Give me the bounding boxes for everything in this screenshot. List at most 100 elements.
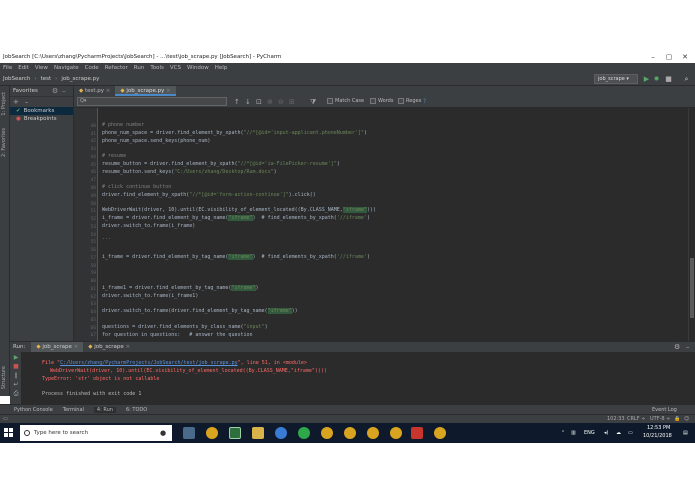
match-case-checkbox[interactable]: Match Case xyxy=(327,98,364,104)
regex-checkbox[interactable]: Regex xyxy=(398,98,421,104)
close-tab-icon[interactable]: × xyxy=(74,344,79,350)
lock-icon[interactable]: 🔒 xyxy=(674,416,680,422)
chrome-icon-3[interactable] xyxy=(344,427,356,439)
remove-selection-icon[interactable]: ⊖ xyxy=(278,97,284,107)
run-icon[interactable]: ▶ xyxy=(642,74,651,84)
help-icon[interactable]: ? xyxy=(423,97,426,107)
breadcrumb-folder[interactable]: test xyxy=(41,76,52,82)
chrome-icon-5[interactable] xyxy=(390,427,402,439)
file-encoding[interactable]: UTF-8 ÷ xyxy=(650,416,670,422)
stop-icon[interactable]: ■ xyxy=(12,363,20,370)
find-input[interactable]: Q▾ xyxy=(77,97,227,106)
maximize-button[interactable]: ▢ xyxy=(661,51,677,63)
settings-icon[interactable]: ⚙ xyxy=(674,343,680,351)
layout-icon[interactable]: ▭ xyxy=(3,416,8,422)
settings-icon[interactable]: ⚙ xyxy=(52,87,58,95)
code-line: driver.find_element_by_xpath("//*[@id='f… xyxy=(102,192,316,198)
notifications-icon[interactable]: ▤ xyxy=(683,430,688,436)
pause-icon[interactable]: ∥ xyxy=(12,372,20,379)
run-tab-job-scrape-2[interactable]: ◆ job_scrape × xyxy=(83,342,135,353)
run-tab[interactable]: 4: Run xyxy=(93,406,116,413)
todo-tab[interactable]: 6: TODO xyxy=(126,407,147,413)
menu-window[interactable]: Window xyxy=(187,65,209,71)
menu-help[interactable]: Help xyxy=(215,65,228,71)
menu-refactor[interactable]: Refactor xyxy=(105,65,128,71)
input-language[interactable]: ENG xyxy=(584,430,595,436)
editor-scrollbar[interactable] xyxy=(688,108,695,341)
scrollbar-thumb[interactable] xyxy=(690,258,694,318)
volume-icon[interactable]: ◂) xyxy=(604,430,608,436)
menu-navigate[interactable]: Navigate xyxy=(54,65,79,71)
code-editor[interactable]: 40 41 42 43 44 45 46 47 48 49 50 51 52 5… xyxy=(74,108,688,341)
tab-job-scrape-py[interactable]: ◆ job_scrape.py × xyxy=(115,86,176,96)
hide-panel-icon[interactable]: – xyxy=(62,87,66,95)
line-separator[interactable]: CRLF ÷ xyxy=(627,416,645,422)
onedrive-icon[interactable]: ☁ xyxy=(616,430,621,436)
run-console[interactable]: File "C:/Users/zhang/PycharmProjects/Job… xyxy=(22,352,695,404)
traceback-file-link[interactable]: C:/Users/zhang/PycharmProjects/JobSearch… xyxy=(60,360,238,366)
favorites-tool-button[interactable]: 2: Favorites xyxy=(1,128,7,157)
stop-icon[interactable]: ■ xyxy=(664,74,673,84)
words-checkbox[interactable]: Words xyxy=(370,98,393,104)
select-all-icon[interactable]: ⊞ xyxy=(289,97,295,107)
menu-edit[interactable]: Edit xyxy=(18,65,29,71)
project-tool-button[interactable]: 1: Project xyxy=(1,92,7,116)
soft-wrap-icon[interactable]: ↵ xyxy=(12,381,20,388)
acrobat-icon[interactable] xyxy=(411,427,423,439)
chrome-icon-2[interactable] xyxy=(321,427,333,439)
clock-date[interactable]: 10/21/2018 xyxy=(643,433,672,439)
print-icon[interactable]: ⎙ xyxy=(12,390,20,397)
filter-icon[interactable]: ⧩ xyxy=(310,97,316,107)
battery-icon[interactable]: ▭ xyxy=(628,430,633,436)
find-all-icon[interactable]: ⊡ xyxy=(256,97,262,107)
app-icon[interactable] xyxy=(275,427,287,439)
clock-time[interactable]: 12:53 PM xyxy=(647,425,670,431)
tab-test-py[interactable]: ◆ test.py × xyxy=(74,86,115,96)
debug-icon[interactable]: ✹ xyxy=(652,74,661,84)
add-selection-icon[interactable]: ⊕ xyxy=(267,97,273,107)
minimize-button[interactable]: – xyxy=(645,51,661,63)
task-view-icon[interactable] xyxy=(183,427,195,439)
event-log-tab[interactable]: Event Log xyxy=(652,407,677,413)
breadcrumb-file[interactable]: job_scrape.py xyxy=(61,76,99,82)
caret-position[interactable]: 102:33 xyxy=(607,416,625,422)
next-occurrence-icon[interactable]: ↓ xyxy=(245,97,251,107)
favorites-item-bookmarks[interactable]: ✔ Bookmarks xyxy=(10,107,73,115)
menu-code[interactable]: Code xyxy=(85,65,99,71)
wechat-icon[interactable] xyxy=(298,427,310,439)
breadcrumb-project[interactable]: JobSearch xyxy=(3,76,30,82)
close-button[interactable]: ✕ xyxy=(677,51,693,63)
menu-vcs[interactable]: VCS xyxy=(170,65,181,71)
file-explorer-icon[interactable] xyxy=(252,427,264,439)
taskbar-search-box[interactable]: Type here to search xyxy=(20,425,172,441)
chrome-icon[interactable] xyxy=(206,427,218,439)
windows-start-icon[interactable] xyxy=(4,428,14,438)
menu-file[interactable]: File xyxy=(3,65,12,71)
chrome-icon-4[interactable] xyxy=(367,427,379,439)
tray-chevron-icon[interactable]: ⌃ xyxy=(561,430,565,436)
close-tab-icon[interactable]: × xyxy=(166,88,171,94)
add-icon[interactable]: + xyxy=(13,98,19,106)
chrome-icon-6[interactable] xyxy=(434,427,446,439)
run-configuration-select[interactable]: job_scrape ▾ xyxy=(594,74,638,84)
pycharm-icon[interactable] xyxy=(229,427,241,439)
network-icon[interactable]: ▥ xyxy=(571,430,576,436)
favorites-item-breakpoints[interactable]: ● Breakpoints xyxy=(10,115,73,123)
menu-view[interactable]: View xyxy=(35,65,48,71)
search-everywhere-icon[interactable]: ⌕ xyxy=(682,74,691,84)
menu-run[interactable]: Run xyxy=(134,65,145,71)
rerun-icon[interactable]: ▶ xyxy=(12,354,20,361)
inspector-icon[interactable]: ☺ xyxy=(684,416,689,422)
hide-panel-icon[interactable]: – xyxy=(686,343,690,351)
run-tab-job-scrape[interactable]: ◆ job_scrape × xyxy=(31,341,84,353)
close-tab-icon[interactable]: × xyxy=(106,88,111,94)
close-tab-icon[interactable]: × xyxy=(126,344,131,350)
menu-tools[interactable]: Tools xyxy=(150,65,164,71)
microphone-icon[interactable]: ● xyxy=(160,429,166,437)
python-console-tab[interactable]: Python Console xyxy=(14,407,53,413)
terminal-tab[interactable]: Terminal xyxy=(63,407,84,413)
structure-tool-button[interactable]: Structure xyxy=(1,366,7,389)
remove-icon[interactable]: – xyxy=(25,98,29,106)
folded-code[interactable]: ... xyxy=(102,235,111,241)
previous-occurrence-icon[interactable]: ↑ xyxy=(234,97,240,107)
